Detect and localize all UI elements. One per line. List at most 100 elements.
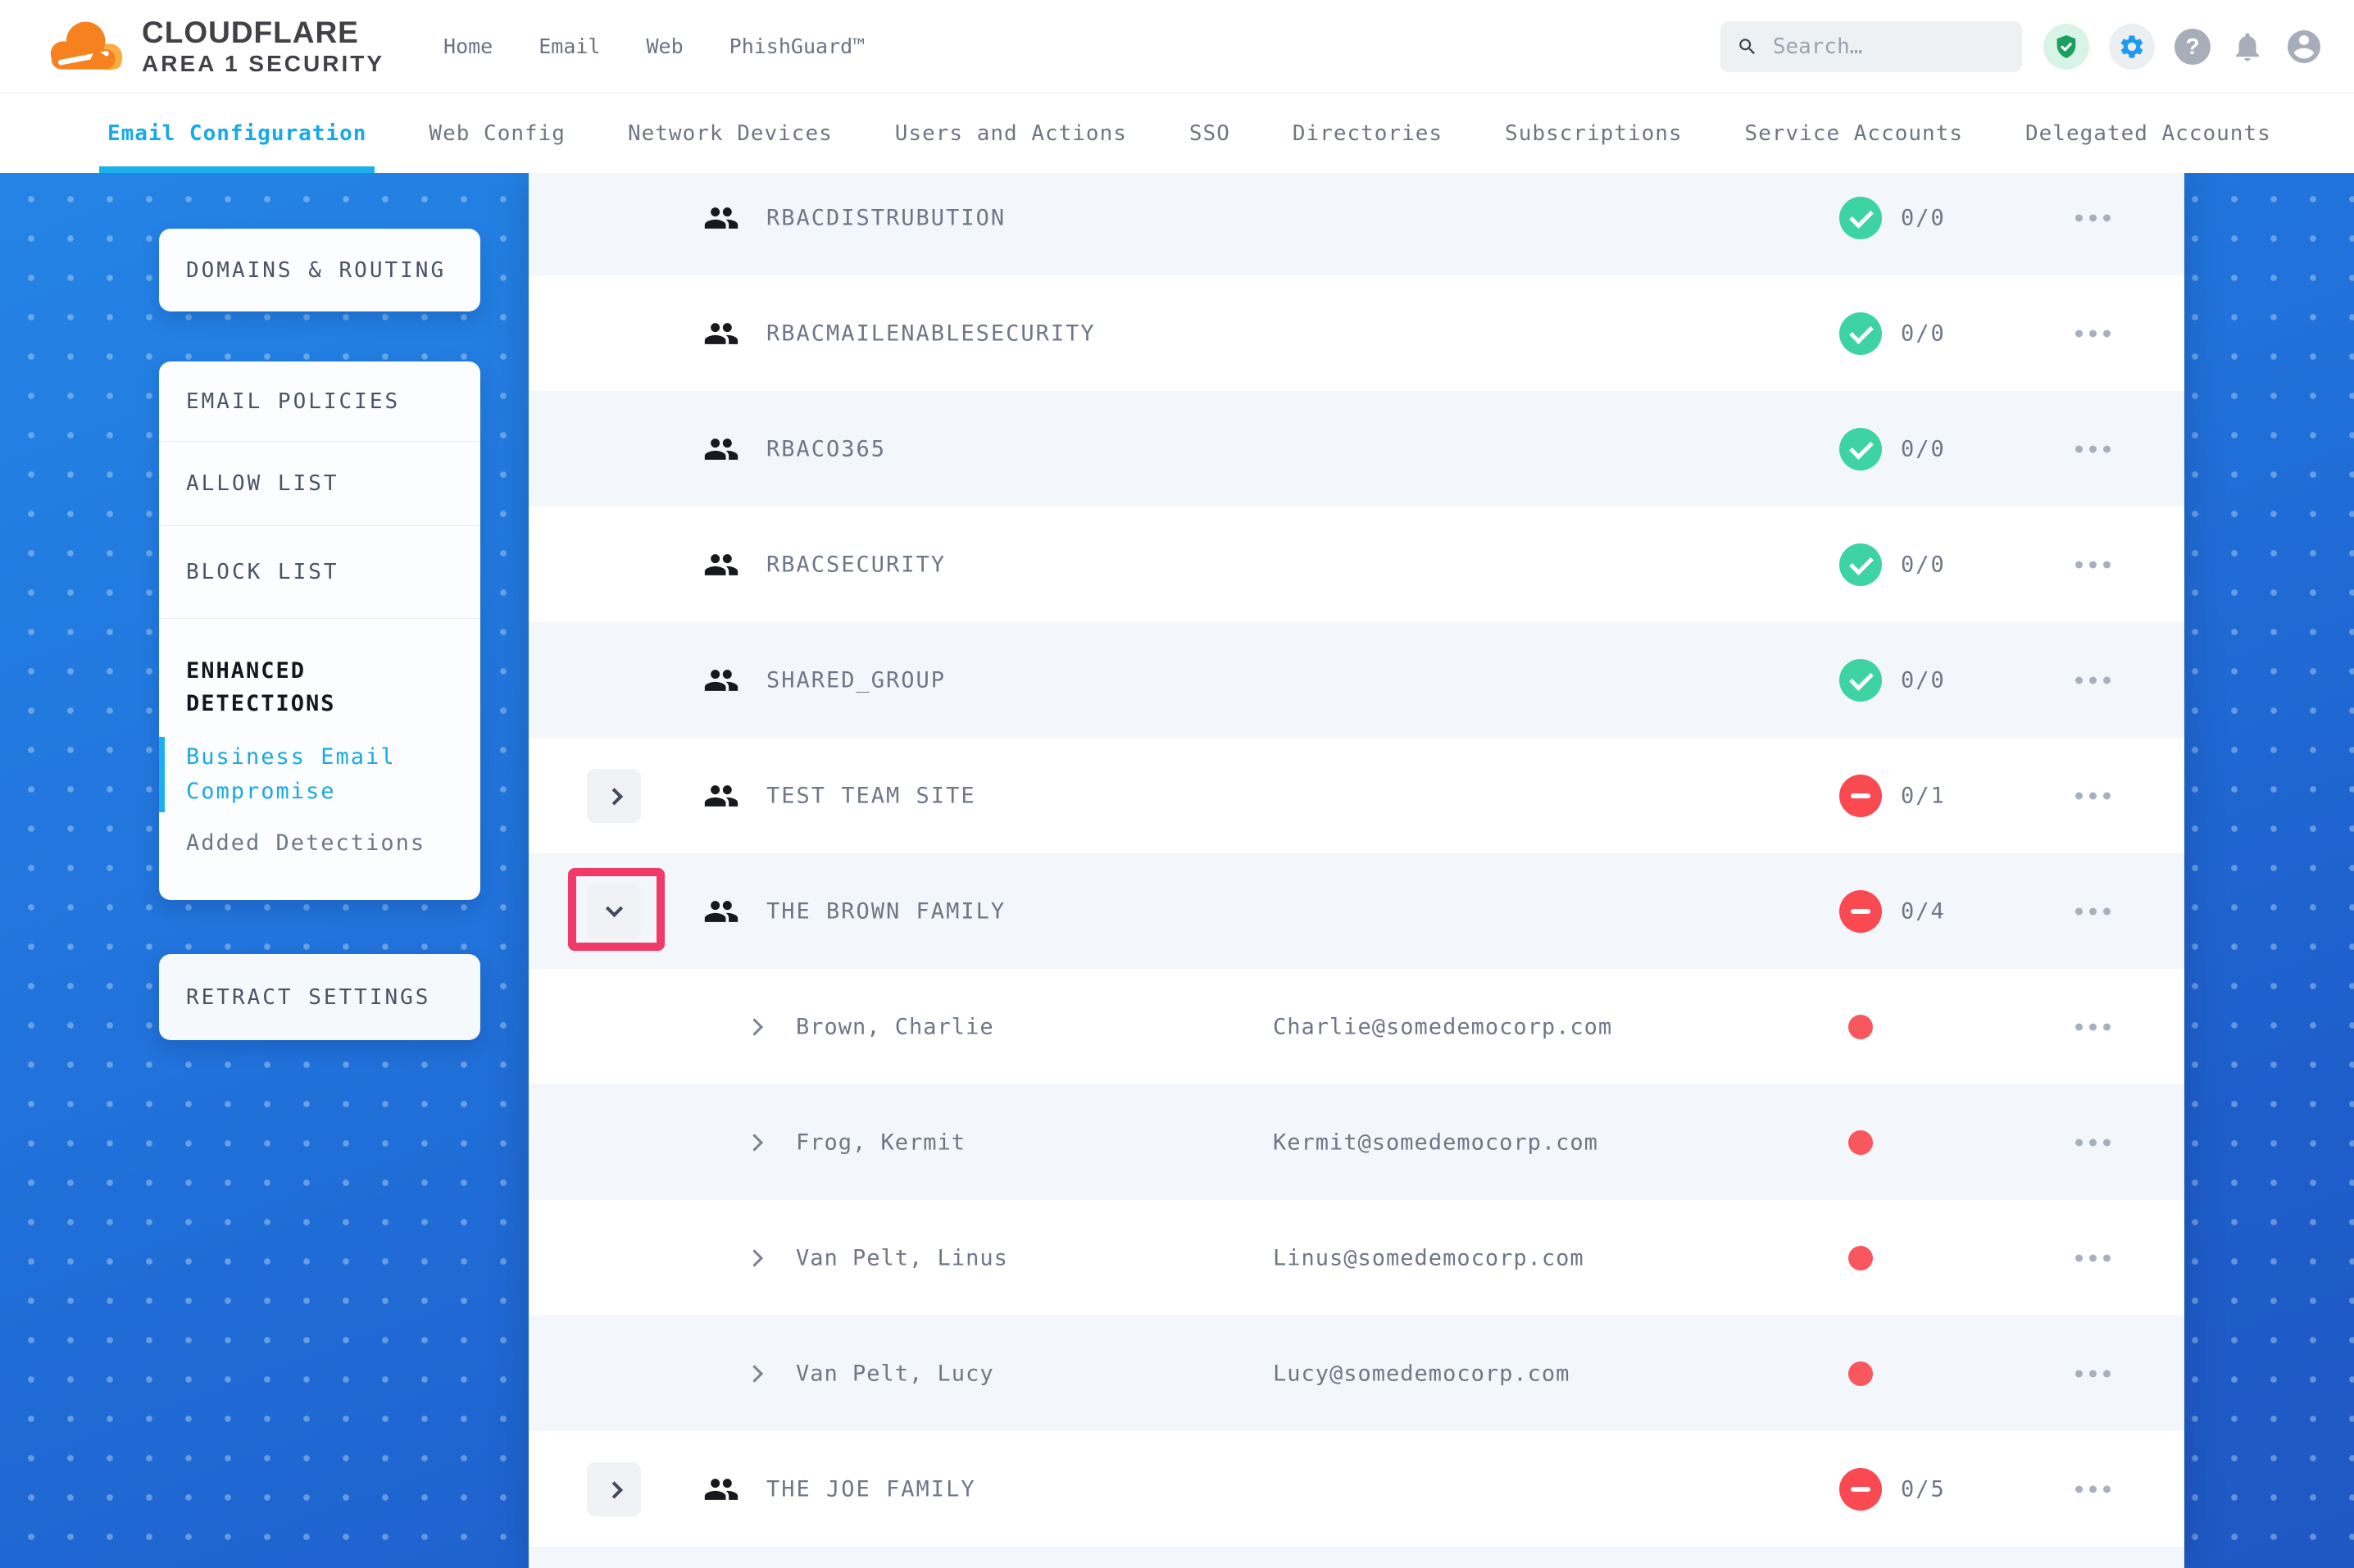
tab-sso[interactable]: SSO [1181, 93, 1238, 173]
collapse-group-button[interactable] [587, 884, 641, 939]
member-chevron-icon[interactable] [746, 1365, 763, 1382]
status-dot-blocked [1848, 1361, 1873, 1386]
table-row-group: RBACDISTRUBUTION 0/0 [529, 173, 2184, 275]
group-count: 0/1 [1901, 783, 1946, 808]
member-chevron-icon[interactable] [746, 1249, 763, 1266]
search-input[interactable] [1771, 34, 2006, 60]
table-row-group: RBACMAILENABLESECURITY 0/0 [529, 275, 2184, 391]
table-row-partial [529, 1547, 2184, 1568]
group-people-icon [703, 547, 739, 583]
row-actions-menu[interactable] [2075, 676, 2111, 684]
nav-web[interactable]: Web [647, 34, 684, 58]
table-row-group: RBACO365 0/0 [529, 391, 2184, 507]
tab-email-configuration[interactable]: Email Configuration [99, 93, 375, 173]
status-badge-blocked [1839, 775, 1882, 817]
main-area: DOMAINS & ROUTING EMAIL POLICIES ALLOW L… [0, 173, 2354, 1568]
tab-users-and-actions[interactable]: Users and Actions [887, 93, 1135, 173]
tab-directories[interactable]: Directories [1284, 93, 1451, 173]
chevron-right-icon [605, 788, 622, 805]
expand-group-button[interactable] [587, 1462, 641, 1516]
expand-group-button[interactable] [587, 769, 641, 823]
chevron-down-icon [605, 900, 622, 917]
tab-web-config[interactable]: Web Config [420, 93, 574, 173]
member-email: Kermit@somedemocorp.com [1273, 1129, 1598, 1155]
row-actions-menu[interactable] [2075, 1370, 2111, 1377]
tab-service-accounts[interactable]: Service Accounts [1737, 93, 1971, 173]
cloudflare-cloud-icon [47, 16, 129, 77]
table-row-group: THE JOE FAMILY 0/5 [529, 1431, 2184, 1547]
status-badge-ok [1839, 197, 1882, 239]
sidebar-card-retract-settings[interactable]: RETRACT SETTINGS [159, 954, 480, 1040]
row-actions-menu[interactable] [2075, 445, 2111, 452]
member-name: Van Pelt, Linus [796, 1245, 1008, 1270]
table-row-member: Van Pelt, Lucy Lucy@somedemocorp.com [529, 1316, 2184, 1431]
top-header: CLOUDFLARE AREA 1 SECURITY Home Email We… [0, 0, 2354, 93]
sidebar-section-enhanced-detections: ENHANCED DETECTIONS Business Email Compr… [159, 618, 480, 900]
group-people-icon [703, 778, 739, 814]
account-button[interactable] [2284, 27, 2324, 66]
sidebar-item-email-policies[interactable]: EMAIL POLICIES [159, 361, 480, 441]
settings-button[interactable] [2109, 24, 2155, 70]
table-row-group: RBACSECURITY 0/0 [529, 507, 2184, 622]
status-badge-blocked [1839, 890, 1882, 933]
row-actions-menu[interactable] [2075, 1023, 2111, 1030]
sidebar-card-domains-routing[interactable]: DOMAINS & ROUTING [159, 229, 480, 311]
member-name: Frog, Kermit [796, 1129, 966, 1155]
row-actions-menu[interactable] [2075, 792, 2111, 799]
search-box[interactable] [1720, 21, 2022, 72]
sidebar-item-retract-settings[interactable]: RETRACT SETTINGS [159, 985, 430, 1010]
row-actions-menu[interactable] [2075, 1485, 2111, 1493]
sidebar-item-allow-list[interactable]: ALLOW LIST [159, 441, 480, 525]
row-actions-menu[interactable] [2075, 561, 2111, 568]
row-actions-menu[interactable] [2075, 330, 2111, 337]
right-margin [2184, 173, 2354, 1568]
table-row-group: SHARED_GROUP 0/0 [529, 622, 2184, 738]
status-badge-blocked [1839, 1468, 1882, 1511]
cloudflare-logo[interactable]: CLOUDFLARE AREA 1 SECURITY [47, 16, 384, 77]
group-name: THE JOE FAMILY [766, 1476, 976, 1502]
header-icons: ? [2043, 24, 2324, 70]
member-email: Charlie@somedemocorp.com [1273, 1014, 1612, 1039]
nav-phishguard[interactable]: PhishGuard™ [729, 34, 866, 58]
sidebar-item-block-list[interactable]: BLOCK LIST [159, 525, 480, 618]
row-actions-menu[interactable] [2075, 907, 2111, 915]
nav-email[interactable]: Email [539, 34, 600, 58]
help-button[interactable]: ? [2174, 29, 2211, 65]
account-circle-icon [2284, 27, 2324, 66]
sidebar-item-domains-routing[interactable]: DOMAINS & ROUTING [159, 258, 446, 283]
row-actions-menu[interactable] [2075, 1139, 2111, 1146]
status-dot-blocked [1848, 1130, 1873, 1155]
table-row-member: Van Pelt, Linus Linus@somedemocorp.com [529, 1200, 2184, 1316]
group-people-icon [703, 893, 739, 929]
member-email: Lucy@somedemocorp.com [1273, 1361, 1570, 1386]
group-name: TEST TEAM SITE [766, 783, 976, 808]
member-chevron-icon[interactable] [746, 1134, 763, 1151]
status-badge-ok [1839, 659, 1882, 702]
left-sidebar-region: DOMAINS & ROUTING EMAIL POLICIES ALLOW L… [0, 173, 529, 1568]
tab-delegated-accounts[interactable]: Delegated Accounts [2017, 93, 2279, 173]
status-dot-blocked [1848, 1015, 1873, 1039]
security-shield-button[interactable] [2043, 24, 2089, 70]
group-people-icon [703, 1471, 739, 1507]
table-row-group: TEST TEAM SITE 0/1 [529, 738, 2184, 853]
nav-home[interactable]: Home [443, 34, 493, 58]
logo-text: CLOUDFLARE AREA 1 SECURITY [142, 17, 384, 75]
notifications-button[interactable] [2230, 30, 2265, 64]
row-actions-menu[interactable] [2075, 215, 2111, 222]
group-name: THE BROWN FAMILY [766, 898, 1006, 924]
sidebar-card-email-policies: EMAIL POLICIES ALLOW LIST BLOCK LIST ENH… [159, 361, 480, 900]
tab-subscriptions[interactable]: Subscriptions [1497, 93, 1691, 173]
status-badge-ok [1839, 543, 1882, 586]
group-name: RBACDISTRUBUTION [766, 206, 1006, 231]
header-right-cluster: ? [1720, 21, 2324, 72]
group-name: RBACO365 [766, 436, 886, 461]
group-count: 0/4 [1901, 898, 1946, 924]
sidebar-item-enhanced-detections[interactable]: ENHANCED DETECTIONS [186, 655, 432, 720]
tab-network-devices[interactable]: Network Devices [620, 93, 841, 173]
sidebar-item-added-detections[interactable]: Added Detections [186, 830, 480, 856]
member-chevron-icon[interactable] [746, 1018, 763, 1035]
member-name: Brown, Charlie [796, 1014, 994, 1039]
sidebar-item-business-email-compromise[interactable]: Business Email Compromise [186, 740, 432, 809]
row-actions-menu[interactable] [2075, 1254, 2111, 1261]
status-badge-ok [1839, 428, 1882, 470]
